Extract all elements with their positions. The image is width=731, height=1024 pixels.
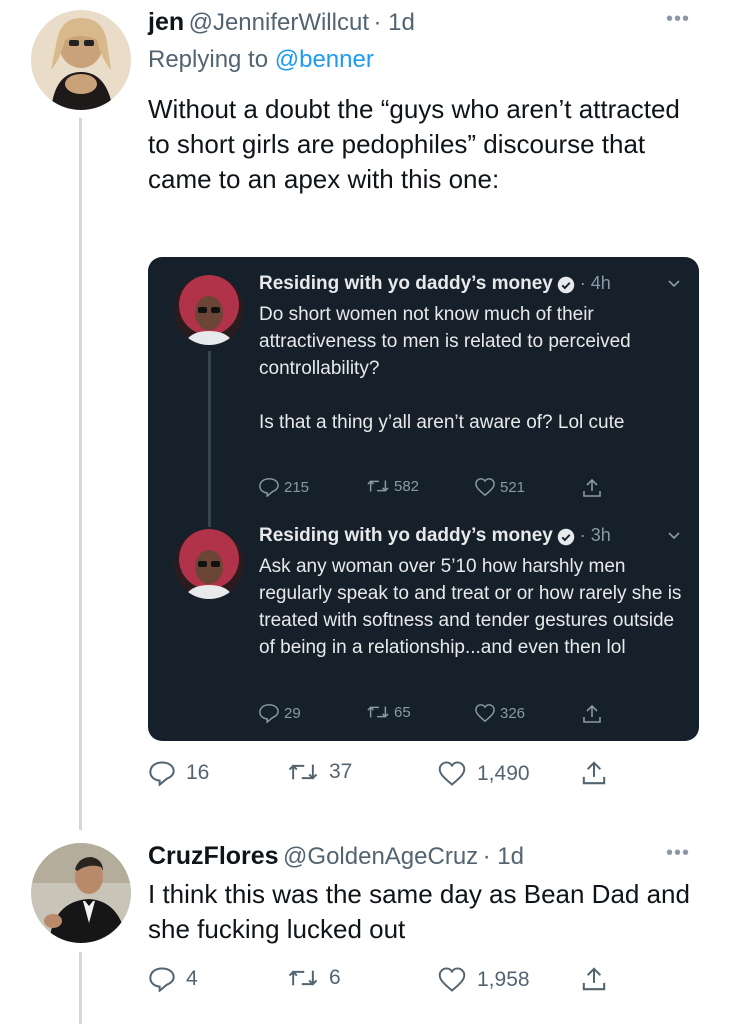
tweet1-author-name[interactable]: jen <box>148 8 184 36</box>
quote2-replies: 29 <box>284 704 301 722</box>
tweet2-author-name[interactable]: CruzFlores <box>148 842 279 870</box>
retweet-icon <box>367 706 389 718</box>
reply-icon <box>259 478 279 497</box>
tweet2-more-icon[interactable]: ••• <box>666 842 690 865</box>
reply-icon <box>259 704 279 723</box>
quote1-like-count: 521 <box>474 477 525 497</box>
quote1-reply-count: 215 <box>258 477 309 497</box>
tweet2-reply-button[interactable]: 4 <box>148 966 198 992</box>
quote2-time: · 3h <box>579 525 611 545</box>
heart-icon <box>438 967 466 992</box>
tweet2-handle[interactable]: @GoldenAgeCruz <box>283 843 478 870</box>
thread-line-1 <box>79 118 82 830</box>
avatar-cruzflores[interactable] <box>31 843 131 943</box>
quote1-author-name: Residing with yo daddy’s money <box>259 273 553 294</box>
quote1-header: Residing with yo daddy’s money · 4h <box>259 273 611 295</box>
tweet1-handle[interactable]: @JenniferWillcut <box>189 9 369 36</box>
quote2-chevron-down-icon <box>668 532 680 540</box>
quote1-retweet-count: 582 <box>366 477 419 495</box>
quote2-author-name: Residing with yo daddy’s money <box>259 525 553 546</box>
tweet1-header: jen @JenniferWillcut · 1d <box>148 8 415 37</box>
tweet1-like-count: 1,490 <box>477 761 530 785</box>
quote2-like-count: 326 <box>474 703 525 723</box>
quote1-thread-line <box>208 351 211 527</box>
quote1-replies: 215 <box>284 478 310 496</box>
quote1-likes: 521 <box>500 478 526 496</box>
avatar-jen[interactable] <box>31 10 131 110</box>
tweet1-like-button[interactable]: 1,490 <box>437 760 530 787</box>
tweet1-text: Without a doubt the “guys who aren’t att… <box>148 94 680 194</box>
quote1-avatar <box>174 275 244 345</box>
quote1-retweets: 582 <box>394 477 420 495</box>
quote1-avatar-image <box>174 275 244 345</box>
quote2-share-icon <box>583 704 601 723</box>
tweet2-text: I think this was the same day as Bean Da… <box>148 879 690 944</box>
verified-badge-icon <box>558 276 575 294</box>
heart-icon <box>475 704 495 723</box>
tweet1-retweet-count: 37 <box>329 760 353 783</box>
retweet-icon <box>288 764 318 780</box>
quote1-time: · 4h <box>579 273 611 293</box>
verified-badge-icon <box>558 528 575 546</box>
quote1-share-icon <box>583 478 601 497</box>
retweet-icon <box>288 970 318 986</box>
quote1-text-1: Do short women not know much of their at… <box>259 304 631 379</box>
reply-prefix: Replying to <box>148 46 275 73</box>
quoted-image-card[interactable]: Residing with yo daddy’s money · 4h Do s… <box>148 257 699 741</box>
quote2-reply-count: 29 <box>258 703 301 723</box>
heart-icon <box>475 478 495 497</box>
tweet1-retweet-button[interactable]: 37 <box>287 760 352 784</box>
quote2-text: Ask any woman over 5’10 how harshly men … <box>259 556 682 658</box>
tweet2-share-icon[interactable] <box>580 964 608 994</box>
quote2-likes: 326 <box>500 704 526 722</box>
tweet2-time[interactable]: · 1d <box>483 843 524 870</box>
tweet1-reply-line: Replying to @benner <box>148 46 374 74</box>
avatar-jen-image <box>31 10 131 110</box>
avatar-cruzflores-image <box>31 843 131 943</box>
quote2-avatar <box>174 529 244 599</box>
quote1-text-2: Is that a thing y’all aren’t aware of? L… <box>259 412 625 433</box>
tweet2-like-button[interactable]: 1,958 <box>437 966 530 993</box>
quote2-retweets: 65 <box>394 703 411 721</box>
tweet1-reply-count: 16 <box>186 761 210 784</box>
retweet-icon <box>367 480 389 492</box>
quote1-chevron-down-icon <box>668 280 680 288</box>
tweet1-reply-button[interactable]: 16 <box>148 760 209 786</box>
tweet2-header: CruzFlores @GoldenAgeCruz · 1d <box>148 842 524 871</box>
tweet2-retweet-button[interactable]: 6 <box>287 966 341 990</box>
tweet2-reply-count: 4 <box>186 967 198 990</box>
tweet1-more-icon[interactable]: ••• <box>666 8 690 31</box>
heart-icon <box>438 761 466 786</box>
reply-icon <box>149 761 175 786</box>
quote2-avatar-image <box>174 529 244 599</box>
tweet2-like-count: 1,958 <box>477 967 530 991</box>
reply-icon <box>149 967 175 992</box>
tweet2-retweet-count: 6 <box>329 966 341 989</box>
reply-to-link[interactable]: @benner <box>275 46 374 73</box>
quote2-header: Residing with yo daddy’s money · 3h <box>259 525 611 547</box>
tweet1-time[interactable]: · 1d <box>373 9 414 36</box>
thread-line-2 <box>79 952 82 1024</box>
quote2-retweet-count: 65 <box>366 703 411 721</box>
tweet1-share-icon[interactable] <box>580 758 608 788</box>
